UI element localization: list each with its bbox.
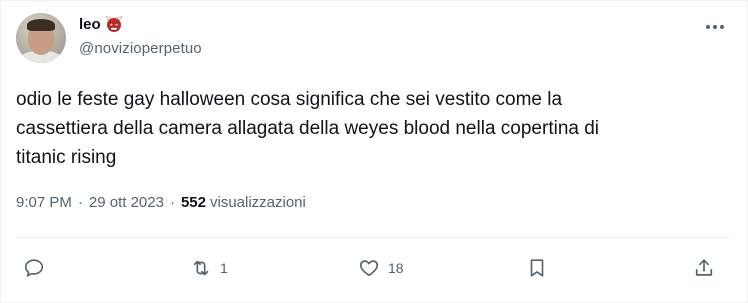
like-button[interactable]: 18 [358,253,404,283]
more-options-button[interactable] [705,18,725,36]
action-bar: 1 18 [1,253,748,283]
share-icon [695,259,713,276]
tweet-text: odio le feste gay halloween cosa signifi… [16,89,600,168]
reply-icon [24,259,44,277]
bookmark-button[interactable] [526,253,556,283]
bookmark-icon [530,259,544,277]
more-dot-icon [706,25,710,29]
more-dot-icon [720,25,724,29]
tweet-meta: 9:07 PM · 29 ott 2023 · 552 visualizzazi… [16,194,306,211]
share-button[interactable] [693,253,723,283]
reply-button[interactable] [23,253,53,283]
tweet-time[interactable]: 9:07 PM [16,194,72,211]
meta-separator: · [169,194,175,211]
ogre-emoji-icon [105,15,123,33]
heart-icon [359,260,379,277]
user-handle[interactable]: @novizioperpetuo [79,40,202,57]
retweet-count: 1 [220,260,228,276]
retweet-icon [193,260,209,276]
display-name[interactable]: leo [79,16,101,33]
views-label: visualizzazioni [209,194,306,211]
avatar-hair [27,19,55,31]
avatar[interactable] [16,13,66,63]
more-dot-icon [713,25,717,29]
retweet-button[interactable]: 1 [190,253,228,283]
name-row: leo [79,14,202,34]
divider [16,237,732,238]
tweet-date[interactable]: 29 ott 2023 [89,194,164,211]
tweet-card: leo @novizioperpetuo odio le feste gay h… [0,0,748,303]
views-count: 552 [180,194,206,211]
meta-separator: · [77,194,83,211]
like-count: 18 [388,260,404,276]
user-info: leo @novizioperpetuo [79,14,202,58]
